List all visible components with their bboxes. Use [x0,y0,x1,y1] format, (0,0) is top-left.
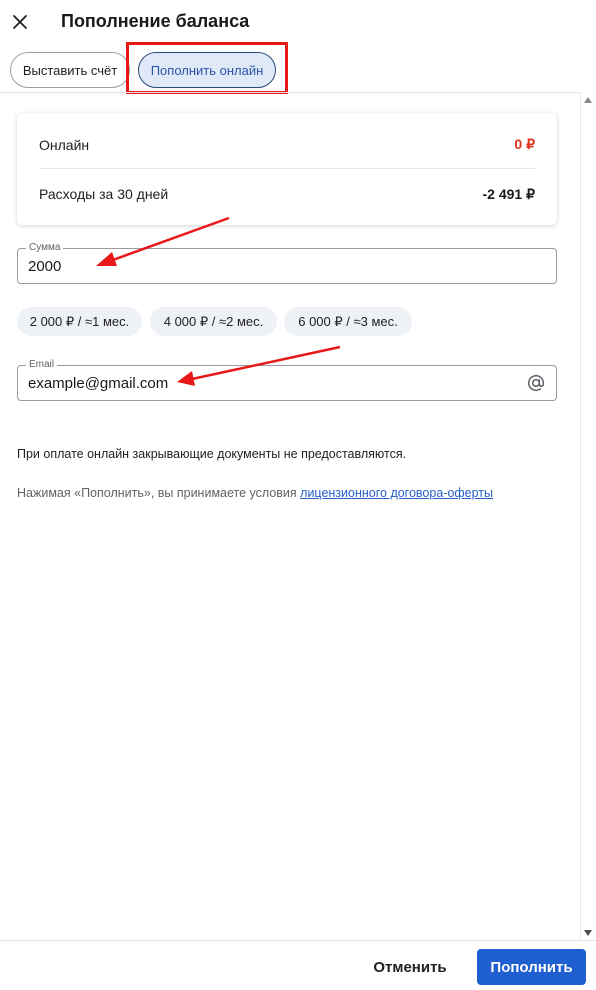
dialog-title: Пополнение баланса [61,11,250,31]
amount-input[interactable]: 2000 [28,258,61,275]
online-balance-row: Онлайн 0 ₽ [39,121,535,169]
expenses-value: -2 491 ₽ [482,185,536,202]
amount-field[interactable]: Сумма 2000 [17,242,557,284]
email-field-label: Email [26,359,58,370]
email-field[interactable]: Email example@gmail.com [17,359,557,401]
terms-text: Нажимая «Пополнить», вы принимаете услов… [17,486,493,500]
cancel-button[interactable]: Отменить [362,949,458,985]
online-balance-label: Онлайн [39,136,90,153]
close-icon[interactable] [10,12,30,32]
documents-note: При оплате онлайн закрывающие документы … [17,447,407,461]
scrollbar[interactable] [580,93,594,940]
expenses-label: Расходы за 30 дней [39,186,169,202]
online-balance-value: 0 ₽ [514,136,535,152]
at-icon [528,374,545,392]
preset-chip-3[interactable]: 6 000 ₽ / ≈3 мес. [284,307,412,336]
tab-invoice[interactable]: Выставить счёт [10,52,130,88]
annotation-highlight-box [126,42,288,94]
submit-topup-button[interactable]: Пополнить [477,949,586,985]
preset-chip-2[interactable]: 4 000 ₽ / ≈2 мес. [150,307,277,336]
email-input[interactable]: example@gmail.com [28,375,168,392]
dialog-footer: Отменить Пополнить [0,940,596,990]
header-divider [0,92,580,93]
scroll-down-icon[interactable] [584,930,592,936]
balance-summary-card: Онлайн 0 ₽ Расходы за 30 дней -2 491 ₽ [17,113,557,225]
scroll-up-icon[interactable] [584,97,592,103]
terms-prefix: Нажимая «Пополнить», вы принимаете услов… [17,486,301,500]
expenses-row: Расходы за 30 дней -2 491 ₽ [39,170,535,218]
amount-field-label: Сумма [26,242,64,253]
license-agreement-link[interactable]: лицензионного договора-оферты [300,486,493,500]
dialog-header: Пополнение баланса [0,0,596,44]
balance-topup-dialog: Пополнение баланса Выставить счёт Пополн… [0,0,596,990]
preset-chip-1[interactable]: 2 000 ₽ / ≈1 мес. [17,307,142,336]
